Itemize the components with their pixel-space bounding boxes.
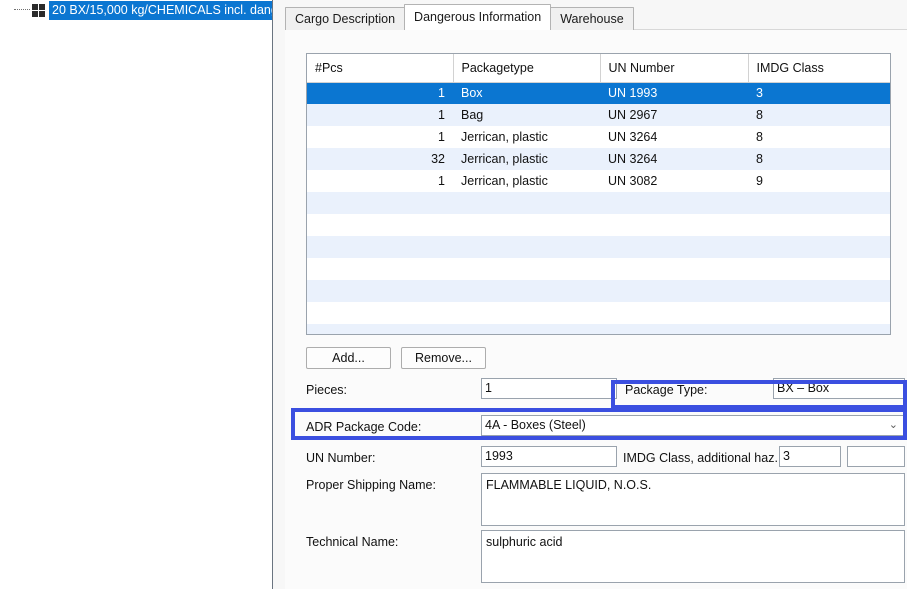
cell-empty <box>453 280 600 302</box>
cell-pcs: 1 <box>307 104 453 126</box>
cell-imdg-class: 8 <box>748 104 890 126</box>
cell-un-number: UN 3264 <box>600 126 748 148</box>
cell-empty <box>453 192 600 214</box>
dangerous-information-panel: #Pcs Packagetype UN Number IMDG Class 1B… <box>285 29 907 589</box>
cell-packagetype: Bag <box>453 104 600 126</box>
grid-body: 1BoxUN 199331BagUN 296781Jerrican, plast… <box>307 82 890 335</box>
cell-empty <box>748 192 890 214</box>
cell-empty <box>600 258 748 280</box>
tab-warehouse[interactable]: Warehouse <box>550 7 633 30</box>
table-row[interactable]: 1Jerrican, plasticUN 32648 <box>307 126 890 148</box>
cell-empty <box>307 258 453 280</box>
proper-shipping-name-textarea[interactable]: FLAMMABLE LIQUID, N.O.S. <box>481 473 905 526</box>
column-header-un-number[interactable]: UN Number <box>600 54 748 82</box>
cell-packagetype: Jerrican, plastic <box>453 170 600 192</box>
cell-empty <box>453 324 600 335</box>
dangerous-goods-grid[interactable]: #Pcs Packagetype UN Number IMDG Class 1B… <box>306 53 891 335</box>
cell-empty <box>600 302 748 324</box>
cell-un-number: UN 1993 <box>600 82 748 104</box>
cell-empty <box>748 324 890 335</box>
cell-empty <box>307 280 453 302</box>
table-row-empty[interactable] <box>307 324 890 335</box>
cell-un-number: UN 3082 <box>600 170 748 192</box>
cell-imdg-class: 9 <box>748 170 890 192</box>
table-row-empty[interactable] <box>307 280 890 302</box>
cell-empty <box>748 236 890 258</box>
column-header-imdg-class[interactable]: IMDG Class <box>748 54 890 82</box>
table-row-empty[interactable] <box>307 236 890 258</box>
tab-cargo-description[interactable]: Cargo Description <box>285 7 405 30</box>
cell-imdg-class: 8 <box>748 126 890 148</box>
cell-empty <box>453 214 600 236</box>
table-row[interactable]: 32Jerrican, plasticUN 32648 <box>307 148 890 170</box>
cell-imdg-class: 8 <box>748 148 890 170</box>
cell-pcs: 1 <box>307 82 453 104</box>
remove-button[interactable]: Remove... <box>401 347 486 369</box>
table-row-empty[interactable] <box>307 214 890 236</box>
table-row[interactable]: 1BagUN 29678 <box>307 104 890 126</box>
cell-empty <box>600 236 748 258</box>
chevron-down-icon[interactable]: ⌄ <box>889 416 898 435</box>
cell-empty <box>307 192 453 214</box>
cell-empty <box>748 302 890 324</box>
imdg-class-input[interactable]: 3 <box>779 446 841 467</box>
detail-panel: Cargo Description Dangerous Information … <box>274 0 907 589</box>
cell-pcs: 1 <box>307 126 453 148</box>
tree-connector-line <box>14 9 30 11</box>
tab-dangerous-information[interactable]: Dangerous Information <box>404 4 551 30</box>
cargo-tree-panel: 20 BX/15,000 kg/CHEMICALS incl. dangero <box>0 0 273 589</box>
cell-un-number: UN 2967 <box>600 104 748 126</box>
add-button[interactable]: Add... <box>306 347 391 369</box>
cell-empty <box>453 236 600 258</box>
adr-package-code-value: 4A - Boxes (Steel) <box>485 418 586 432</box>
un-number-label: UN Number: <box>306 449 375 467</box>
cell-empty <box>600 324 748 335</box>
technical-name-textarea[interactable]: sulphuric acid <box>481 530 905 583</box>
cell-empty <box>453 258 600 280</box>
tree-item-cargo[interactable]: 20 BX/15,000 kg/CHEMICALS incl. dangero <box>0 0 272 20</box>
cell-empty <box>453 302 600 324</box>
table-row[interactable]: 1Jerrican, plasticUN 30829 <box>307 170 890 192</box>
table-row-empty[interactable] <box>307 302 890 324</box>
technical-name-label: Technical Name: <box>306 533 398 551</box>
cell-pcs: 32 <box>307 148 453 170</box>
adr-package-code-combobox[interactable]: 4A - Boxes (Steel) ⌄ <box>481 415 905 436</box>
pieces-label: Pieces: <box>306 381 347 399</box>
cell-un-number: UN 3264 <box>600 148 748 170</box>
cell-packagetype: Box <box>453 82 600 104</box>
adr-package-code-label: ADR Package Code: <box>306 418 421 436</box>
cell-empty <box>748 280 890 302</box>
grid-header-row: #Pcs Packagetype UN Number IMDG Class <box>307 54 890 82</box>
cell-empty <box>307 214 453 236</box>
cell-empty <box>307 302 453 324</box>
cell-empty <box>600 214 748 236</box>
column-header-packagetype[interactable]: Packagetype <box>453 54 600 82</box>
package-type-input[interactable]: BX – Box <box>773 378 905 399</box>
cell-empty <box>307 324 453 335</box>
tree-item-label: 20 BX/15,000 kg/CHEMICALS incl. dangero <box>49 1 272 20</box>
cell-empty <box>748 214 890 236</box>
cell-packagetype: Jerrican, plastic <box>453 148 600 170</box>
grid-action-buttons: Add... Remove... <box>306 347 486 369</box>
table-row[interactable]: 1BoxUN 19933 <box>307 82 890 104</box>
cell-packagetype: Jerrican, plastic <box>453 126 600 148</box>
un-number-input[interactable]: 1993 <box>481 446 617 467</box>
cell-empty <box>307 236 453 258</box>
tabstrip: Cargo Description Dangerous Information … <box>285 4 633 30</box>
cell-pcs: 1 <box>307 170 453 192</box>
column-header-pcs[interactable]: #Pcs <box>307 54 453 82</box>
imdg-class-label: IMDG Class, additional haz... <box>623 449 785 467</box>
cell-empty <box>600 280 748 302</box>
imdg-additional-hazard-input[interactable] <box>847 446 905 467</box>
pieces-input[interactable]: 1 <box>481 378 617 399</box>
application-window: 20 BX/15,000 kg/CHEMICALS incl. dangero … <box>0 0 907 589</box>
table-row-empty[interactable] <box>307 192 890 214</box>
table-row-empty[interactable] <box>307 258 890 280</box>
package-type-label: Package Type: <box>623 381 709 399</box>
proper-shipping-name-label: Proper Shipping Name: <box>306 476 436 494</box>
cell-imdg-class: 3 <box>748 82 890 104</box>
cell-empty <box>748 258 890 280</box>
cell-empty <box>600 192 748 214</box>
grid-squares-icon <box>32 4 45 17</box>
